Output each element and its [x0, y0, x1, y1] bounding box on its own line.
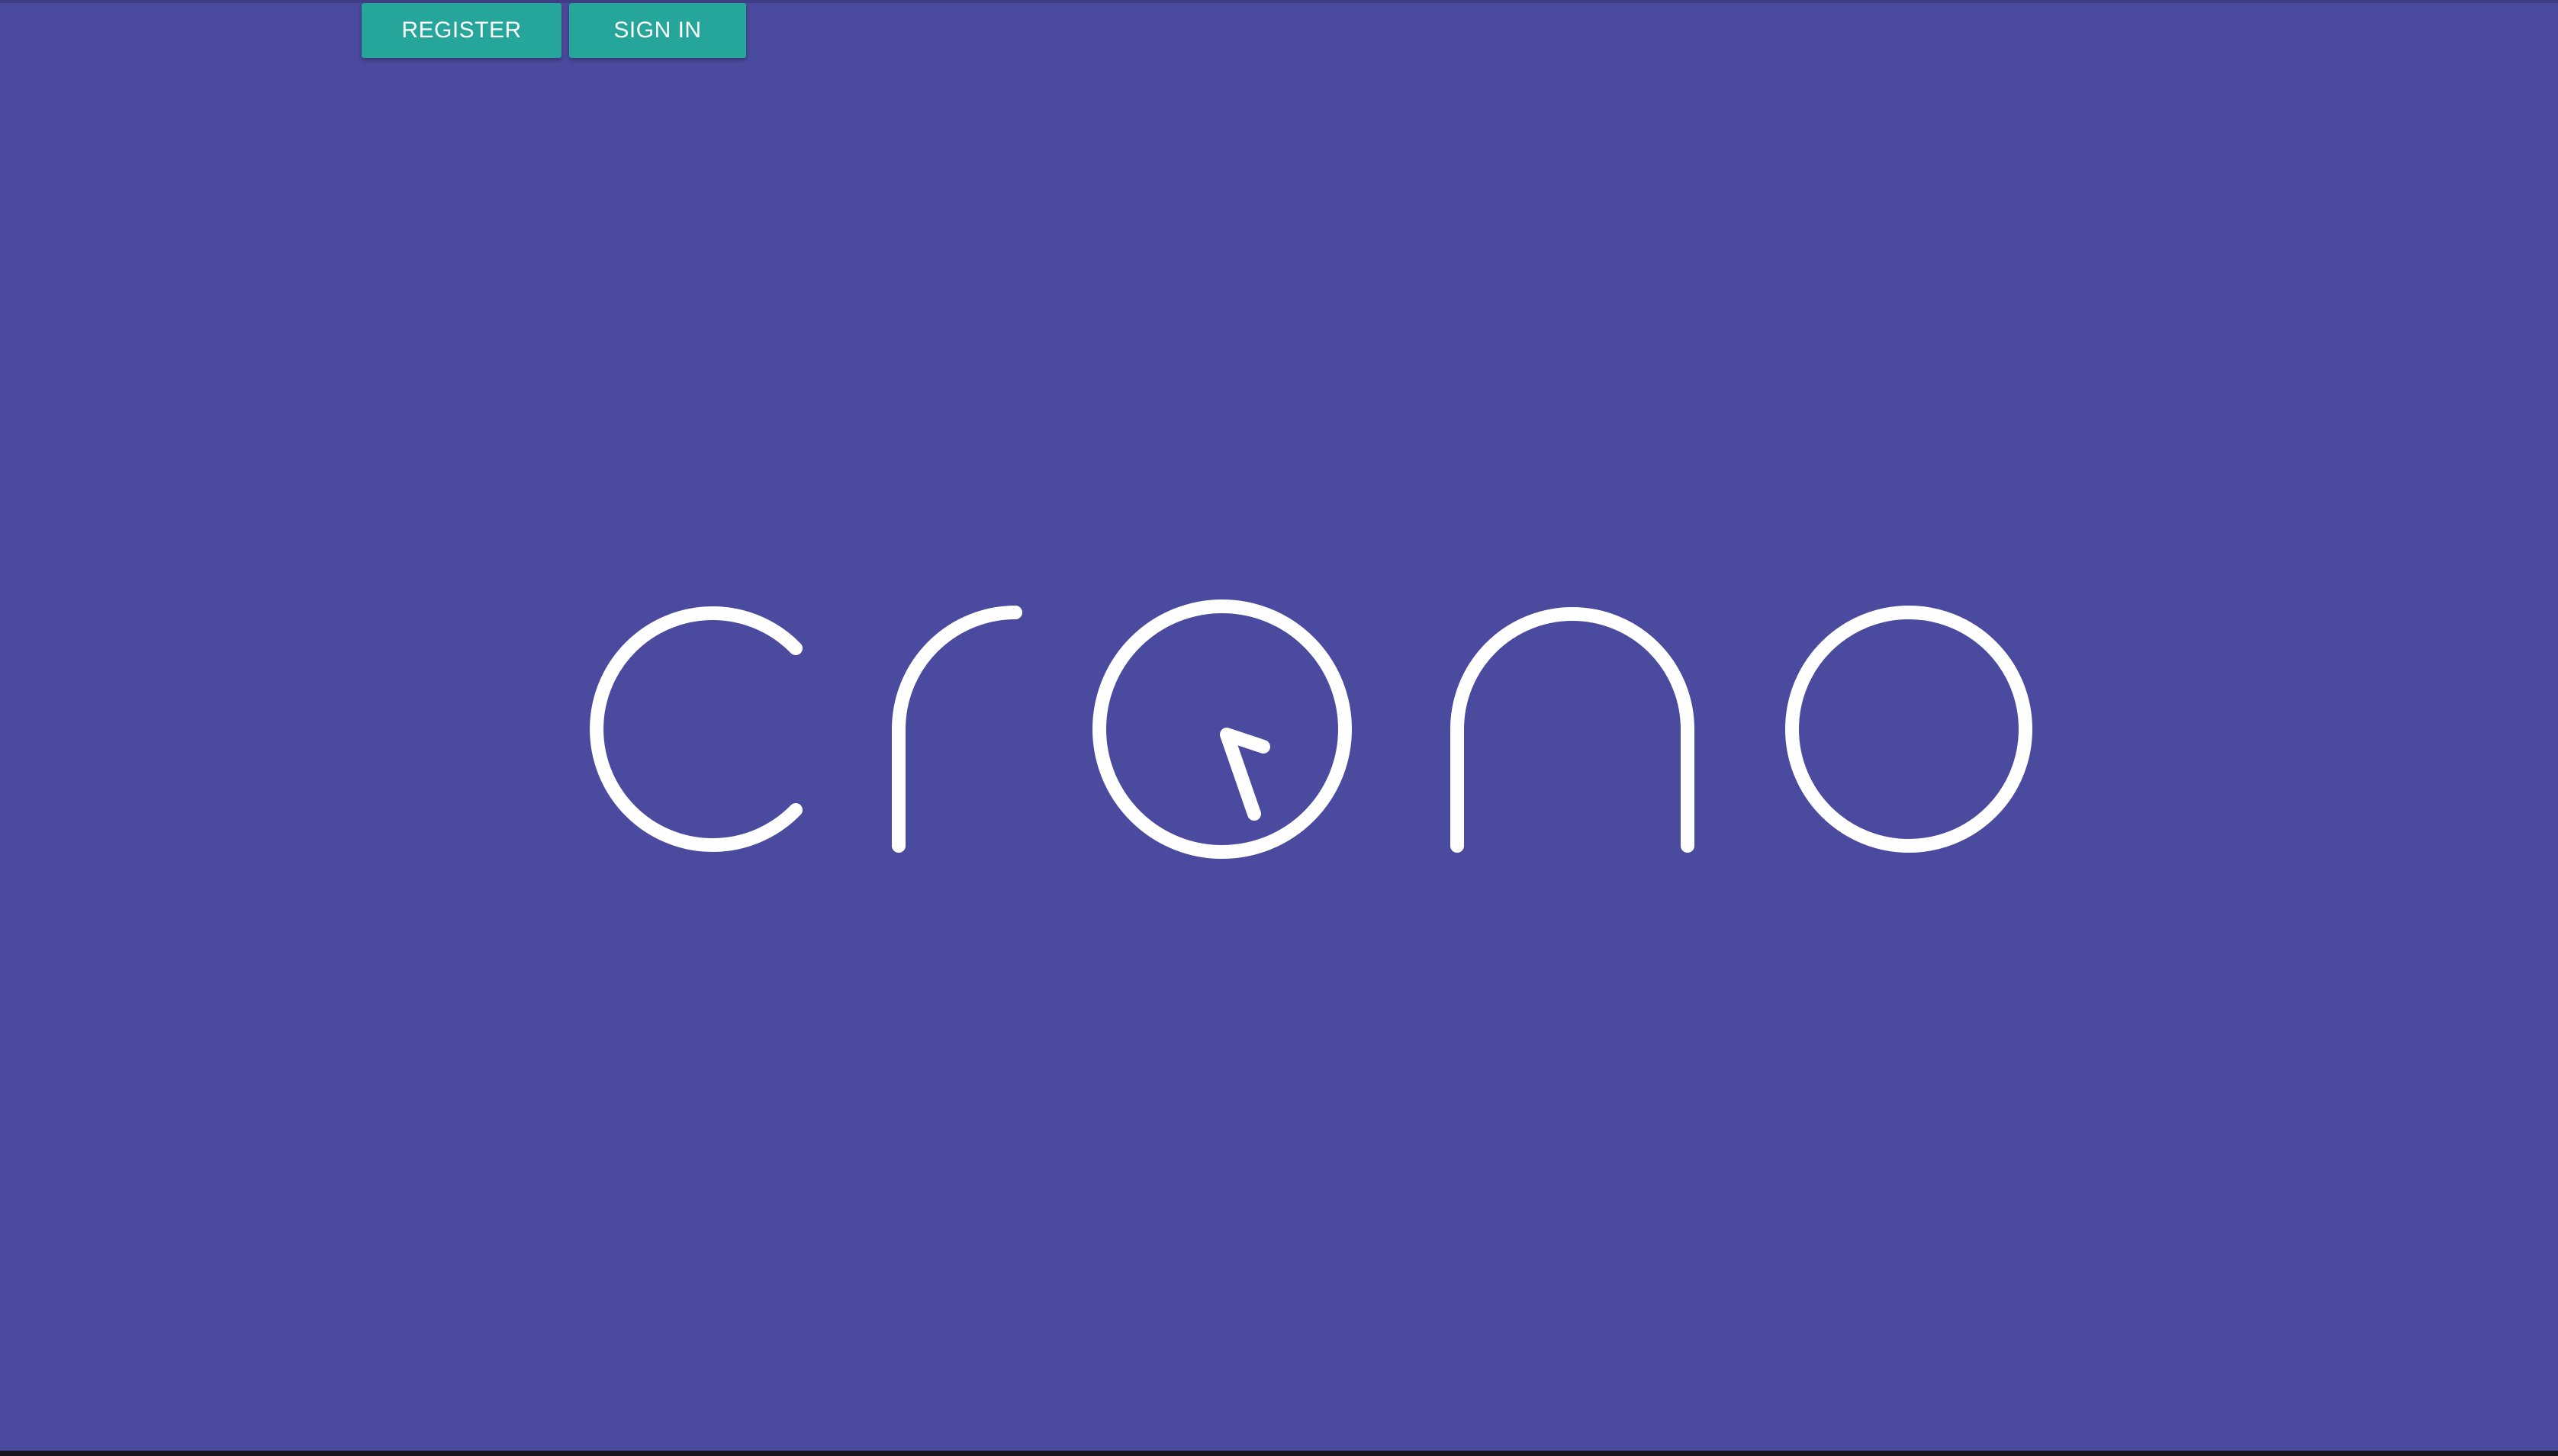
logo-letter-n [1450, 607, 1694, 853]
clock-face [1092, 599, 1352, 859]
clock-hands [1220, 728, 1270, 821]
logo-letter-c [590, 606, 803, 852]
window-bottom-edge [0, 1451, 2558, 1456]
logo-letter-o [1785, 606, 2032, 853]
clock-icon [1092, 599, 1352, 859]
landing-page: REGISTER SIGN IN [0, 0, 2558, 1451]
logo-letter-r [892, 606, 1022, 853]
crono-logo [590, 599, 2032, 859]
